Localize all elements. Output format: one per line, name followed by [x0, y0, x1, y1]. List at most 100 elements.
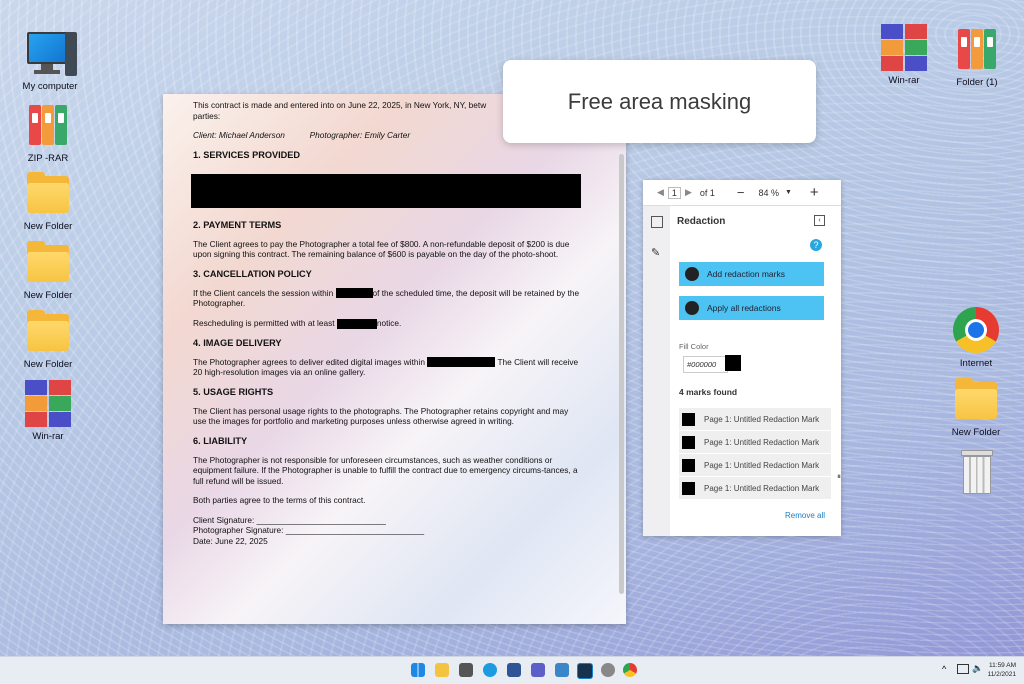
mark-label: Page 1: Untitled Redaction Mark	[704, 414, 820, 424]
folder-icon	[23, 168, 73, 218]
desktop-icon-internet[interactable]: Internet	[936, 305, 1016, 369]
zoom-out-icon[interactable]: −	[737, 185, 745, 200]
photographer-name: Photographer: Emily Carter	[309, 130, 411, 140]
bolt-icon	[685, 301, 699, 315]
date-line: Date: June 22, 2025	[193, 535, 268, 546]
prev-page-icon[interactable]: ◀	[657, 187, 664, 198]
chrome-taskbar-icon[interactable]	[623, 663, 637, 677]
next-page-icon[interactable]: ▶	[685, 187, 692, 198]
volume-icon[interactable]: 🔈	[972, 663, 983, 674]
chevron-up-icon[interactable]: ^	[942, 664, 946, 674]
section-heading-delivery: 4. IMAGE DELIVERY	[193, 337, 282, 348]
text: The Photographer agrees to deliver edite…	[193, 356, 425, 367]
section-body-cancellation-b: Rescheduling is permitted with at least …	[193, 318, 583, 329]
redaction-mark-item[interactable]: Page 1: Untitled Redaction Mark	[679, 408, 831, 430]
fill-color-swatch[interactable]	[725, 355, 741, 371]
folder-icon	[23, 237, 73, 287]
desktop-icon-label: Win-rar	[888, 75, 920, 86]
network-icon[interactable]	[957, 664, 969, 674]
computer-icon	[25, 28, 77, 78]
redaction-mark-large[interactable]	[191, 174, 581, 208]
desktop-icon-new-folder-right[interactable]: New Folder	[936, 374, 1016, 438]
collapse-panel-icon[interactable]: ‹	[814, 215, 825, 226]
desktop-icon-new-folder-3[interactable]: New Folder	[8, 306, 88, 370]
client-signature-line: Client Signature: ______________________…	[193, 514, 386, 525]
redaction-mark-item[interactable]: Page 1: Untitled Redaction Mark	[679, 477, 831, 499]
pdf-app-icon[interactable]	[577, 663, 593, 679]
button-label: Apply all redactions	[707, 303, 781, 313]
page-number-input[interactable]: 1	[667, 186, 681, 199]
teams-icon[interactable]	[531, 663, 545, 677]
apply-all-redactions-button[interactable]: Apply all redactions	[679, 296, 824, 320]
add-redaction-marks-button[interactable]: Add redaction marks	[679, 262, 824, 286]
panel-sidebar: ✎	[643, 206, 670, 536]
desktop-icon-label: My computer	[22, 81, 78, 92]
section-heading-cancellation: 3. CANCELLATION POLICY	[193, 268, 312, 279]
store-icon[interactable]	[507, 663, 521, 677]
desktop-icon-zip-rar[interactable]: ZIP -RAR	[8, 100, 88, 164]
clock-time: 11:59 AM	[989, 662, 1016, 669]
desktop-icon-my-computer[interactable]: My computer	[10, 28, 90, 92]
desktop-icon-label: New Folder	[951, 427, 1001, 438]
photographer-signature-line: Photographer Signature: ________________…	[193, 525, 425, 536]
edge-icon[interactable]	[483, 663, 497, 677]
redaction-mark-item[interactable]: Page 1: Untitled Redaction Mark	[679, 454, 831, 476]
section-body-liability: The Photographer is not responsible for …	[193, 454, 578, 486]
fill-color-input[interactable]: #000000	[683, 356, 728, 373]
chrome-icon	[951, 305, 1001, 355]
redaction-mark[interactable]	[335, 288, 373, 299]
mark-swatch	[682, 481, 695, 495]
text: notice.	[376, 317, 402, 328]
redaction-tool-icon[interactable]: ✎	[651, 246, 660, 259]
taskbar: ^ 🔈 11:59 AM 11/2/2021	[0, 656, 1024, 684]
mark-label: Page 1: Untitled Redaction Mark	[704, 483, 820, 493]
photos-icon[interactable]	[555, 663, 569, 677]
button-label: Add redaction marks	[707, 269, 785, 279]
section-body-cancellation-a: If the Client cancels the session within…	[193, 288, 583, 309]
page-total: of 1	[699, 187, 715, 198]
desktop-icon-new-folder-2[interactable]: New Folder	[8, 237, 88, 301]
section-heading-usage: 5. USAGE RIGHTS	[193, 386, 274, 397]
resize-handle-icon[interactable]: ⏸	[837, 472, 841, 482]
windows-start-icon[interactable]	[411, 663, 425, 677]
zoom-dropdown-icon[interactable]: ▼	[785, 189, 792, 196]
winrar-icon	[23, 378, 73, 428]
winrar-icon	[879, 22, 929, 72]
binders-icon	[952, 24, 1002, 74]
system-clock[interactable]: 11:59 AM 11/2/2021	[988, 661, 1016, 679]
remove-all-link[interactable]: Remove all	[785, 511, 825, 520]
redaction-mark[interactable]	[427, 357, 496, 368]
section-heading-liability: 6. LIABILITY	[193, 435, 248, 446]
redaction-mark[interactable]	[336, 318, 377, 329]
section-body-usage: The Client has personal usage rights to …	[193, 405, 569, 427]
desktop-icon-win-rar[interactable]: Win-rar	[8, 378, 88, 442]
desktop-icon-new-folder-1[interactable]: New Folder	[8, 168, 88, 232]
desktop-icon-recycle-bin[interactable]	[936, 446, 1016, 499]
fill-color-label: Fill Color	[679, 342, 709, 351]
section-heading-services: 1. SERVICES PROVIDED	[193, 149, 301, 160]
folder-icon	[23, 306, 73, 356]
redaction-mark-item[interactable]: Page 1: Untitled Redaction Mark	[679, 431, 831, 453]
file-explorer-icon[interactable]	[435, 663, 449, 677]
document-scrollbar[interactable]	[619, 154, 624, 594]
mark-label: Page 1: Untitled Redaction Mark	[704, 460, 820, 470]
zoom-level[interactable]: 84 %	[758, 188, 779, 198]
hand-icon	[685, 267, 699, 281]
mark-swatch	[682, 435, 695, 449]
callout-text: Free area masking	[567, 88, 752, 114]
desktop-icon-win-rar-right[interactable]: Win-rar	[864, 22, 944, 86]
desktop-icon-label: New Folder	[23, 290, 73, 301]
feature-callout: Free area masking	[503, 60, 816, 143]
thumbnails-icon[interactable]	[651, 216, 663, 228]
desktop-icon-folder-1[interactable]: Folder (1)	[937, 24, 1017, 88]
camera-icon[interactable]	[459, 663, 473, 677]
clock-date: 11/2/2021	[987, 671, 1016, 678]
zoom-in-icon[interactable]: +	[810, 184, 819, 201]
marks-found-count: 4 marks found	[679, 387, 738, 397]
contract-document: This contract is made and entered into o…	[163, 94, 626, 624]
agreement-line: Both parties agree to the terms of this …	[193, 495, 366, 506]
text: Rescheduling is permitted with at least	[193, 317, 335, 328]
recycle-bin-icon	[951, 446, 1001, 496]
help-icon[interactable]: ?	[810, 239, 822, 251]
settings-gear-icon[interactable]	[601, 663, 615, 677]
